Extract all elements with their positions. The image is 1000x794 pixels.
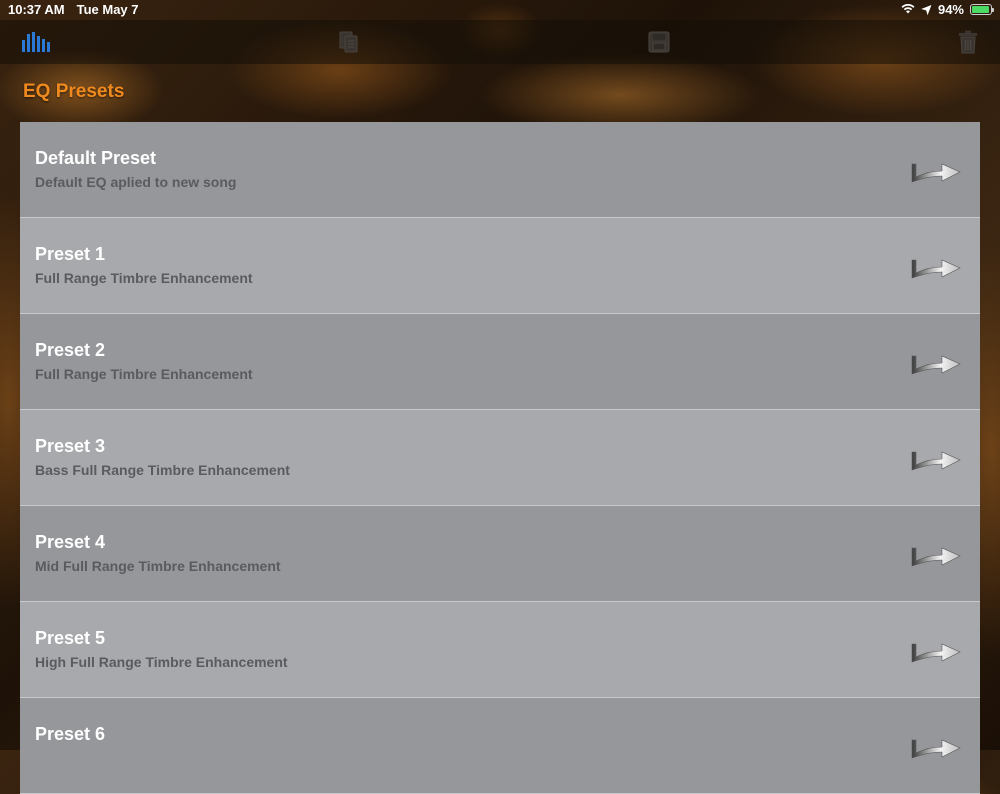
wifi-icon (901, 3, 915, 17)
preset-row[interactable]: Preset 5 High Full Range Timbre Enhancem… (20, 602, 980, 698)
preset-title: Preset 1 (35, 244, 106, 264)
status-bar: 10:37 AM Tue May 7 94% (0, 0, 1000, 20)
equalizer-icon[interactable] (20, 28, 52, 56)
arrow-right-icon[interactable] (910, 636, 964, 666)
preset-title: Preset 5 (35, 628, 106, 648)
preset-title: Preset 6 (35, 724, 106, 744)
arrow-right-icon[interactable] (910, 540, 964, 570)
location-arrow-icon (918, 1, 936, 19)
status-left: 10:37 AM Tue May 7 (8, 2, 139, 17)
save-icon[interactable] (643, 28, 675, 56)
preset-title: Preset 3 (35, 436, 106, 456)
status-right: 94% (901, 1, 994, 19)
preset-row[interactable]: Preset 1 Full Range Timbre Enhancement (20, 218, 980, 314)
arrow-right-icon[interactable] (910, 252, 964, 282)
preset-subtitle: Full Range Timbre Enhancement (35, 270, 253, 286)
preset-title: Preset 4 (35, 532, 106, 552)
preset-subtitle: Full Range Timbre Enhancement (35, 366, 253, 382)
toolbar (0, 20, 1000, 64)
preset-subtitle: Bass Full Range Timbre Enhancement (35, 462, 290, 478)
preset-subtitle: Mid Full Range Timbre Enhancement (35, 558, 281, 574)
battery-percent: 94% (937, 2, 964, 17)
arrow-right-icon[interactable] (910, 732, 964, 762)
preset-row[interactable]: Preset 2 Full Range Timbre Enhancement (20, 314, 980, 410)
preset-title: Preset 2 (35, 340, 106, 360)
battery-icon (970, 4, 994, 15)
preset-title: Default Preset (35, 148, 157, 168)
preset-list: Default Preset Default EQ aplied to new … (20, 122, 980, 794)
copy-icon[interactable] (333, 28, 365, 56)
trash-icon[interactable] (952, 28, 984, 56)
arrow-right-icon[interactable] (910, 156, 964, 186)
section-title: EQ Presets (23, 81, 125, 102)
status-date: Tue May 7 (76, 2, 139, 17)
arrow-right-icon[interactable] (910, 444, 964, 474)
preset-row[interactable]: Preset 6 (20, 698, 980, 794)
arrow-right-icon[interactable] (910, 348, 964, 378)
preset-row[interactable]: Preset 4 Mid Full Range Timbre Enhanceme… (20, 506, 980, 602)
preset-row[interactable]: Default Preset Default EQ aplied to new … (20, 122, 980, 218)
battery-fill (972, 6, 989, 13)
preset-subtitle: Default EQ aplied to new song (35, 174, 237, 190)
preset-subtitle: High Full Range Timbre Enhancement (35, 654, 288, 670)
status-time: 10:37 AM (8, 2, 65, 17)
preset-row[interactable]: Preset 3 Bass Full Range Timbre Enhancem… (20, 410, 980, 506)
